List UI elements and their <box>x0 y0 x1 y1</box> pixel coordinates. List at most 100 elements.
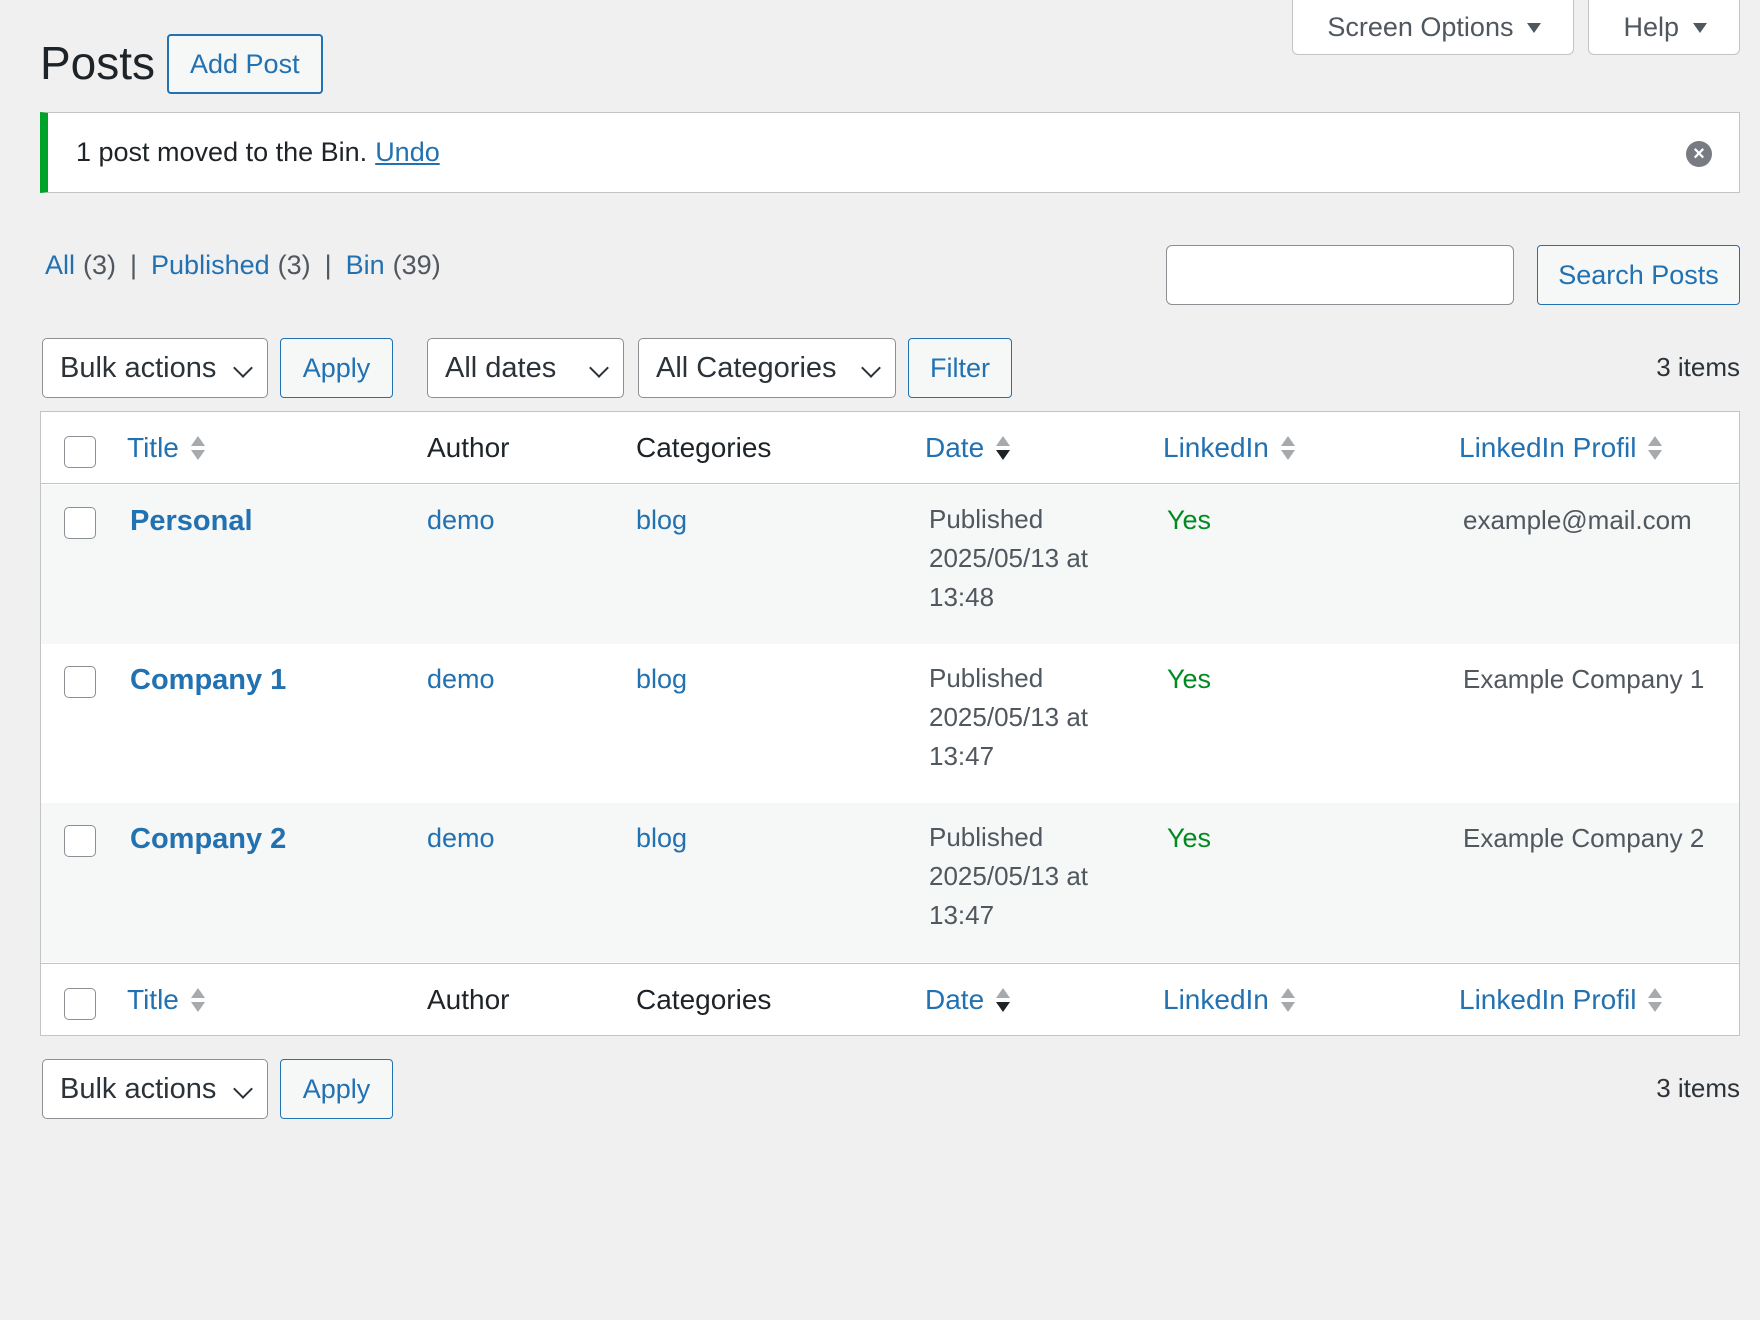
sort-icon <box>190 436 205 460</box>
chevron-down-icon <box>233 1079 253 1099</box>
col-date-label[interactable]: Date <box>925 432 984 464</box>
categories-filter-select[interactable]: All Categories <box>638 338 896 398</box>
table-header: Title Author Categories Date LinkedIn Li… <box>41 412 1739 484</box>
sort-desc-icon <box>996 988 1011 1012</box>
linkedin-profile-value: Example Company 1 <box>1463 664 1705 694</box>
category-link[interactable]: blog <box>636 664 687 694</box>
post-title-link[interactable]: Company 1 <box>130 664 286 696</box>
view-published-link[interactable]: Published <box>151 250 270 281</box>
chevron-down-icon <box>589 358 609 378</box>
col-date-label[interactable]: Date <box>925 984 984 1016</box>
col-title-header[interactable]: Title <box>127 432 205 464</box>
col-linkedin-footer[interactable]: LinkedIn <box>1163 984 1295 1016</box>
table-row: Company 2 demo blog Published 2025/05/13… <box>41 803 1739 962</box>
screen-meta-links: Screen Options Help <box>1292 0 1740 55</box>
col-linkedin-profile-label[interactable]: LinkedIn Profil <box>1459 432 1636 464</box>
filter-button[interactable]: Filter <box>908 338 1012 398</box>
col-categories-label: Categories <box>636 984 772 1015</box>
bulk-actions-select-bottom[interactable]: Bulk actions <box>42 1059 268 1119</box>
date-value: 2025/05/13 at <box>929 861 1089 891</box>
sort-icon <box>1280 988 1295 1012</box>
undo-link[interactable]: Undo <box>375 137 440 168</box>
category-link[interactable]: blog <box>636 505 687 535</box>
col-title-label[interactable]: Title <box>127 432 179 464</box>
date-time: 13:47 <box>929 741 995 771</box>
search-posts-button[interactable]: Search Posts <box>1537 245 1740 305</box>
success-notice: 1 post moved to the Bin. Undo × <box>40 112 1740 193</box>
post-title-link[interactable]: Company 2 <box>130 823 286 855</box>
col-date-header[interactable]: Date <box>925 432 1011 464</box>
help-label: Help <box>1623 11 1679 42</box>
sort-desc-icon <box>996 436 1011 460</box>
author-link[interactable]: demo <box>427 664 495 694</box>
post-date: Published 2025/05/13 at 13:47 <box>929 818 1088 935</box>
categories-filter-value: All Categories <box>656 351 837 384</box>
col-categories-header: Categories <box>636 432 771 464</box>
col-linkedin-label[interactable]: LinkedIn <box>1163 984 1269 1016</box>
linkedin-value: Yes <box>1167 505 1212 535</box>
view-bin-count: (39) <box>392 250 441 280</box>
sort-icon <box>1648 988 1663 1012</box>
col-author-label: Author <box>427 432 510 463</box>
page-title: Posts <box>40 37 156 89</box>
linkedin-profile-value: Example Company 2 <box>1463 823 1705 853</box>
col-linkedin-label[interactable]: LinkedIn <box>1163 432 1269 464</box>
caret-down-icon <box>1693 23 1707 33</box>
col-linkedin-profile-label[interactable]: LinkedIn Profil <box>1459 984 1636 1016</box>
linkedin-value: Yes <box>1167 823 1212 853</box>
select-all-checkbox[interactable] <box>64 436 96 468</box>
sort-icon <box>190 988 205 1012</box>
search-input[interactable] <box>1166 245 1514 305</box>
status-views: All (3) | Published (3) | Bin (39) <box>45 250 441 281</box>
items-count-bottom: 3 items <box>1656 1073 1740 1103</box>
chevron-down-icon <box>861 358 881 378</box>
view-bin-link[interactable]: Bin <box>346 250 385 281</box>
author-link[interactable]: demo <box>427 505 495 535</box>
col-linkedin-header[interactable]: LinkedIn <box>1163 432 1295 464</box>
screen-options-tab[interactable]: Screen Options <box>1292 0 1575 55</box>
col-linkedin-profile-header[interactable]: LinkedIn Profil <box>1459 432 1663 464</box>
post-date: Published 2025/05/13 at 13:47 <box>929 659 1088 776</box>
row-checkbox[interactable] <box>64 825 96 857</box>
date-status: Published <box>929 504 1044 534</box>
date-value: 2025/05/13 at <box>929 543 1089 573</box>
view-published-count: (3) <box>277 250 311 280</box>
items-count: 3 items <box>1656 352 1740 382</box>
category-link[interactable]: blog <box>636 823 687 853</box>
col-linkedin-profile-footer[interactable]: LinkedIn Profil <box>1459 984 1663 1016</box>
notice-message: 1 post moved to the Bin. <box>76 137 368 167</box>
screen-options-label: Screen Options <box>1327 11 1514 42</box>
date-status: Published <box>929 663 1044 693</box>
col-author-header: Author <box>427 432 510 464</box>
date-time: 13:47 <box>929 900 995 930</box>
row-checkbox[interactable] <box>64 507 96 539</box>
add-post-button[interactable]: Add Post <box>167 34 323 94</box>
table-row: Personal demo blog Published 2025/05/13 … <box>41 485 1739 644</box>
bulk-actions-value: Bulk actions <box>60 1072 217 1105</box>
bulk-actions-select[interactable]: Bulk actions <box>42 338 268 398</box>
col-author-footer: Author <box>427 984 510 1016</box>
col-categories-footer: Categories <box>636 984 771 1016</box>
table-row: Company 1 demo blog Published 2025/05/13… <box>41 644 1739 803</box>
apply-button[interactable]: Apply <box>280 338 393 398</box>
col-title-label[interactable]: Title <box>127 984 179 1016</box>
view-separator: | <box>324 250 332 280</box>
post-title-link[interactable]: Personal <box>130 505 253 537</box>
view-all-link[interactable]: All <box>45 250 75 281</box>
apply-button-bottom[interactable]: Apply <box>280 1059 393 1119</box>
date-time: 13:48 <box>929 582 995 612</box>
col-date-footer[interactable]: Date <box>925 984 1011 1016</box>
dates-filter-select[interactable]: All dates <box>427 338 624 398</box>
table-footer: Title Author Categories Date LinkedIn Li… <box>41 963 1739 1035</box>
help-tab[interactable]: Help <box>1588 0 1740 55</box>
posts-table: Title Author Categories Date LinkedIn Li… <box>40 411 1740 1036</box>
date-status: Published <box>929 822 1044 852</box>
dismiss-icon[interactable]: × <box>1686 141 1712 167</box>
post-date: Published 2025/05/13 at 13:48 <box>929 500 1088 617</box>
select-all-checkbox[interactable] <box>64 988 96 1020</box>
view-all-count: (3) <box>83 250 117 280</box>
col-title-footer[interactable]: Title <box>127 984 205 1016</box>
row-checkbox[interactable] <box>64 666 96 698</box>
author-link[interactable]: demo <box>427 823 495 853</box>
col-author-label: Author <box>427 984 510 1015</box>
